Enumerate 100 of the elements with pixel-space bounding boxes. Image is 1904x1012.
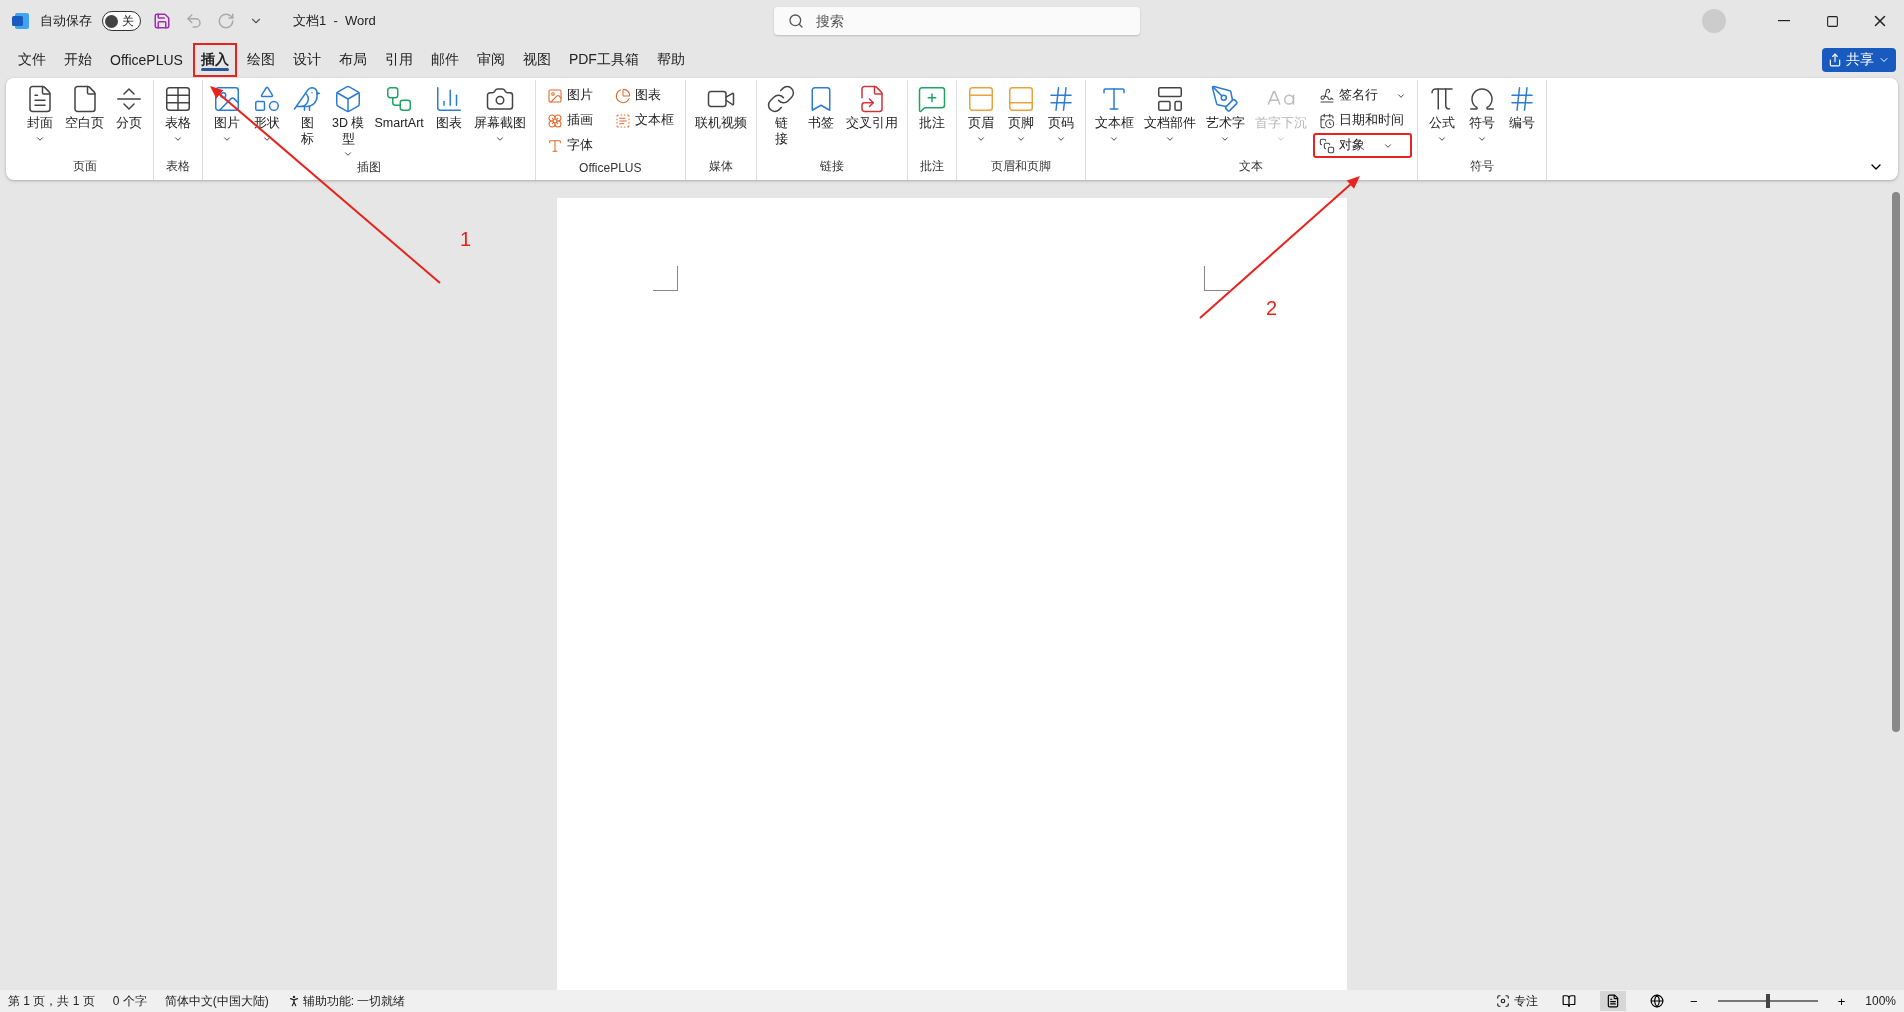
ribbon-tab[interactable]: 视图: [514, 43, 559, 77]
maximize-icon: [1825, 14, 1839, 28]
ribbon-button[interactable]: 插画: [540, 108, 599, 133]
ribbon-button[interactable]: 页脚: [1001, 80, 1040, 144]
ribbon-button[interactable]: 字体: [540, 133, 599, 158]
ribbon-button[interactable]: 屏幕截图: [469, 80, 530, 144]
chart-icon: [614, 87, 631, 104]
calendar-icon: [1318, 112, 1335, 129]
ribbon-button[interactable]: 签名行: [1312, 83, 1412, 108]
ribbon-button[interactable]: 图片: [540, 83, 599, 108]
zoom-out-button[interactable]: −: [1688, 993, 1700, 1009]
ribbon-tab[interactable]: 插入: [192, 43, 237, 77]
ribbon-button[interactable]: 艺术字: [1201, 80, 1249, 144]
ribbon-button[interactable]: 3D 模型: [328, 80, 369, 160]
object-icon: [1318, 137, 1335, 154]
ribbon-button[interactable]: 批注: [912, 80, 951, 132]
group-label: 页面: [71, 158, 98, 175]
picture-icon: [546, 87, 563, 104]
view-button[interactable]: [1600, 991, 1627, 1011]
ribbon-tab[interactable]: 布局: [330, 43, 375, 77]
ribbon-tab[interactable]: 帮助: [648, 43, 693, 77]
group-label: 表格: [165, 158, 191, 175]
pen-icon: [1210, 84, 1241, 114]
status-text: 简体中文(中国大陆): [164, 992, 269, 1010]
ribbon-button[interactable]: 交叉引用: [841, 80, 902, 132]
ribbon-tab[interactable]: PDF工具箱: [560, 43, 647, 77]
status-text[interactable]: 辅助功能: 一切就绪: [302, 992, 406, 1010]
search-input[interactable]: 搜索: [814, 6, 1140, 36]
web-view-icon: [1650, 994, 1665, 1008]
ribbon-button[interactable]: 页码: [1041, 80, 1080, 144]
group-label: 媒体: [707, 158, 734, 175]
ribbon-button[interactable]: 链接: [761, 80, 800, 148]
ribbon-tab[interactable]: 绘图: [238, 43, 283, 77]
ribbon-button[interactable]: 文本框: [1090, 80, 1138, 144]
ribbon-button[interactable]: 图标: [288, 80, 326, 148]
bird-icon: [292, 84, 322, 114]
share-icon: [1828, 53, 1842, 67]
ribbon-button[interactable]: 文本框: [608, 108, 680, 133]
autosave-toggle[interactable]: 关: [102, 11, 141, 31]
ribbon-button[interactable]: SmartArt: [370, 80, 428, 132]
zoom-level: 100%: [1865, 994, 1896, 1008]
read-view-icon: [1562, 994, 1577, 1008]
ribbon-button[interactable]: 联机视频: [690, 80, 751, 132]
shapes-icon: [252, 84, 282, 114]
focus-icon: [1496, 994, 1511, 1008]
signature-icon: [1318, 87, 1335, 104]
margin-mark-icon: [653, 266, 678, 291]
group-label: OfficePLUS: [578, 161, 643, 177]
word-logo-icon: [12, 12, 30, 30]
annotation-label: 1: [460, 228, 472, 251]
focus-button[interactable]: 专注: [1514, 992, 1539, 1010]
ribbon-button[interactable]: 空白页: [61, 80, 108, 132]
ribbon-button[interactable]: 页眉: [961, 80, 1000, 144]
group-label: 符号: [1468, 158, 1495, 175]
group-label: 链接: [818, 158, 845, 175]
zoom-in-button[interactable]: +: [1835, 993, 1848, 1009]
ribbon-tab[interactable]: 开始: [56, 43, 100, 77]
ribbon-button[interactable]: 分页: [110, 80, 148, 132]
window-title: 文档1 - Word: [293, 12, 376, 30]
ribbon-button[interactable]: 表格: [159, 80, 197, 144]
letter-icon: [546, 137, 563, 154]
comment-icon: [916, 84, 947, 114]
ribbon-tab[interactable]: 设计: [284, 43, 329, 77]
ribbon-button[interactable]: 图片: [208, 80, 246, 144]
zoom-thumb[interactable]: [1765, 994, 1770, 1008]
ribbon-button[interactable]: 形状: [248, 80, 286, 144]
scrollbar[interactable]: [1892, 192, 1900, 732]
annotation-label: 2: [1266, 297, 1278, 320]
ribbon-button[interactable]: 图表: [608, 83, 680, 108]
group-label: 文本: [1238, 158, 1265, 175]
ribbon-button[interactable]: 书签: [801, 80, 840, 132]
ribbon-button[interactable]: 图表: [429, 80, 468, 132]
ribbon-tab[interactable]: OfficePLUS: [102, 43, 191, 77]
ribbon-button[interactable]: 日期和时间: [1312, 108, 1412, 133]
share-button[interactable]: 共享: [1822, 48, 1896, 72]
ribbon-button[interactable]: 对象: [1312, 133, 1412, 158]
flower-icon: [546, 112, 563, 129]
minimize-icon: [1778, 20, 1790, 22]
group-label: 页眉和页脚: [989, 158, 1052, 175]
search-icon: [788, 13, 804, 29]
margin-mark-icon: [1204, 266, 1229, 291]
ribbon-tab[interactable]: 邮件: [422, 43, 467, 77]
group-label: 批注: [918, 158, 945, 175]
ribbon-button[interactable]: 文档部件: [1139, 80, 1200, 144]
text-box-icon: [614, 112, 631, 129]
ribbon-tab[interactable]: 审阅: [468, 43, 513, 77]
picture-icon: [212, 84, 242, 114]
ribbon-button[interactable]: 封面: [21, 80, 59, 144]
ribbon-button[interactable]: 公式: [1422, 80, 1461, 144]
search-field[interactable]: 搜索: [774, 7, 1140, 35]
status-text: 0 个字: [112, 992, 147, 1010]
group-label: 插图: [355, 159, 382, 177]
link-icon: [765, 84, 796, 114]
ribbon-button[interactable]: 符号: [1462, 80, 1501, 144]
table-icon: [163, 84, 193, 114]
print-view-icon: [1606, 994, 1621, 1008]
ribbon-tab[interactable]: 引用: [376, 43, 421, 77]
ribbon-tab[interactable]: 文件: [10, 43, 54, 77]
ribbon-button[interactable]: 编号: [1502, 80, 1541, 132]
status-text: 第 1 页，共 1 页: [8, 992, 95, 1010]
